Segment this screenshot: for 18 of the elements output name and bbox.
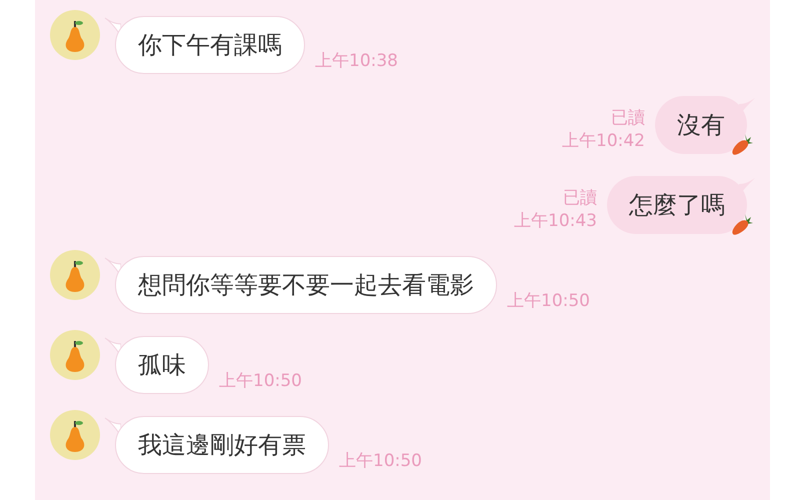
pear-avatar-icon[interactable] (50, 10, 100, 60)
message-time: 上午10:42 (562, 130, 645, 152)
message-time: 上午10:50 (507, 290, 590, 312)
carrot-icon (731, 132, 753, 156)
message-bubble: 我這邊剛好有票 (115, 416, 329, 474)
message-time: 上午10:50 (219, 370, 302, 392)
message-time: 上午10:43 (514, 210, 597, 232)
message-time: 上午10:38 (315, 50, 398, 72)
pear-avatar-icon[interactable] (50, 250, 100, 300)
message-bubble: 想問你等等要不要一起去看電影 (115, 256, 497, 314)
message-bubble: 你下午有課嗎 (115, 16, 305, 74)
pear-avatar-icon[interactable] (50, 410, 100, 460)
message-bubble: 孤味 (115, 336, 209, 394)
carrot-icon (731, 212, 753, 236)
message-time: 上午10:50 (339, 450, 422, 472)
read-receipt: 已讀 (563, 187, 597, 209)
pear-avatar-icon[interactable] (50, 330, 100, 380)
read-receipt: 已讀 (611, 107, 645, 129)
